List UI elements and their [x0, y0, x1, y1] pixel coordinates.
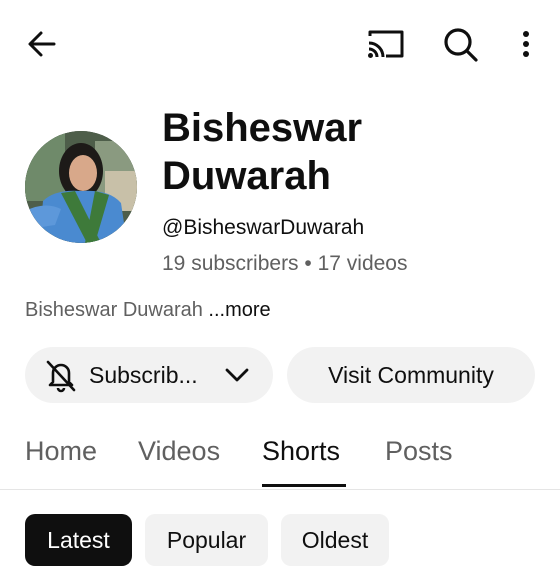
tab-videos[interactable]: Videos [138, 436, 220, 467]
active-tab-indicator [262, 484, 346, 487]
channel-handle: @BisheswarDuwarah [162, 216, 365, 239]
channel-name: Bisheswar Duwarah [162, 106, 363, 198]
subscribed-button[interactable]: Subscrib... [25, 347, 273, 403]
visit-community-button[interactable]: Visit Community [287, 347, 535, 403]
bell-off-icon [43, 357, 79, 393]
subscribe-label: Subscrib... [89, 361, 198, 388]
chip-latest[interactable]: Latest [25, 514, 132, 566]
more-link[interactable]: ...more [208, 299, 270, 321]
chip-popular[interactable]: Popular [145, 514, 268, 566]
more-vert-icon[interactable] [512, 26, 540, 62]
tabs-divider [0, 489, 560, 490]
chevron-down-icon [223, 361, 251, 389]
search-icon[interactable] [440, 24, 480, 64]
visit-community-label: Visit Community [328, 361, 494, 388]
channel-stats: 19 subscribers • 17 videos [162, 252, 408, 275]
back-arrow-icon[interactable] [24, 26, 60, 62]
tab-shorts[interactable]: Shorts [262, 436, 340, 467]
channel-avatar[interactable] [25, 131, 137, 243]
chip-oldest[interactable]: Oldest [281, 514, 389, 566]
tab-home[interactable]: Home [25, 436, 97, 467]
tab-posts[interactable]: Posts [385, 436, 453, 467]
channel-description[interactable]: Bisheswar Duwarah ...more [25, 299, 271, 322]
cast-icon[interactable] [364, 26, 408, 62]
description-text: Bisheswar Duwarah [25, 299, 203, 321]
